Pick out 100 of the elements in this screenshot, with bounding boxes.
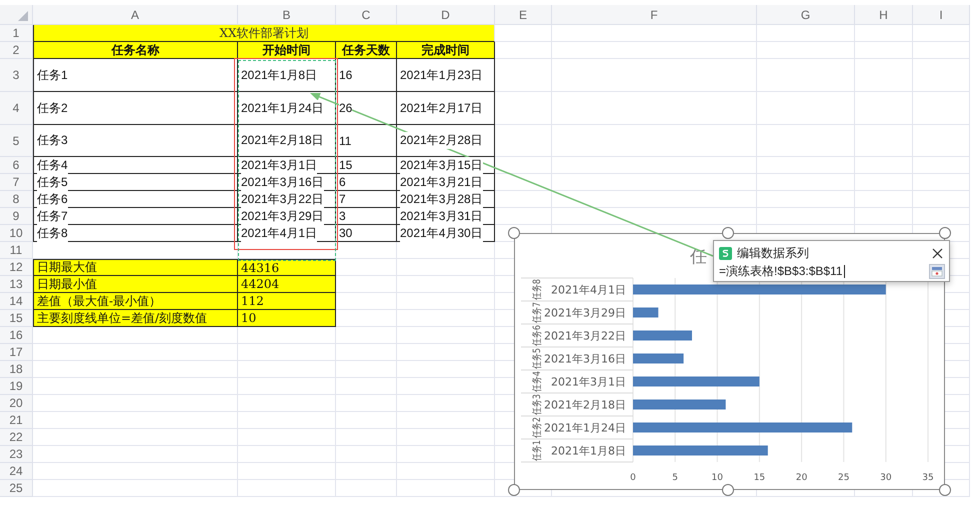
row-header[interactable]: 11 xyxy=(0,242,33,259)
empty-cell xyxy=(495,59,552,92)
row-header[interactable]: 23 xyxy=(0,446,33,463)
table-cell: 2021年2月18日 xyxy=(238,125,336,157)
table-cell: 任务5 xyxy=(33,174,238,191)
row-header[interactable]: 13 xyxy=(0,276,33,293)
row-header[interactable]: 2 xyxy=(0,42,33,59)
table-cell: 主要刻度线单位=差值/刻度数值 xyxy=(33,310,238,327)
row-header[interactable]: 21 xyxy=(0,412,33,429)
table-cell: 任务8 xyxy=(33,225,238,242)
empty-cell xyxy=(495,92,552,125)
row-header[interactable]: 24 xyxy=(0,463,33,480)
row-header[interactable]: 1 xyxy=(0,25,33,42)
row-header[interactable]: 19 xyxy=(0,378,33,395)
bar xyxy=(633,308,658,318)
row-header[interactable]: 5 xyxy=(0,125,33,157)
resize-handle[interactable] xyxy=(939,484,951,496)
resize-handle[interactable] xyxy=(508,484,520,496)
row-header[interactable]: 6 xyxy=(0,157,33,174)
bar xyxy=(633,330,692,340)
row-header[interactable]: 16 xyxy=(0,327,33,344)
table-cell: 2021年4月1日 xyxy=(238,225,336,242)
empty-cell xyxy=(913,208,970,225)
empty-cell xyxy=(336,344,397,361)
row-header[interactable]: 17 xyxy=(0,344,33,361)
table-cell: 任务天数 xyxy=(336,42,397,59)
axis-tick-label: 5 xyxy=(672,473,678,483)
table-cell: 任务3 xyxy=(33,125,238,157)
column-header[interactable]: G xyxy=(757,5,855,25)
empty-cell xyxy=(336,463,397,480)
empty-cell xyxy=(855,125,913,157)
resize-handle[interactable] xyxy=(722,484,734,496)
empty-cell xyxy=(495,125,552,157)
row-header[interactable]: 8 xyxy=(0,191,33,208)
range-input[interactable]: =演练表格!$B$3:$B$11 xyxy=(719,263,925,280)
empty-cell xyxy=(336,412,397,429)
row-header[interactable]: 22 xyxy=(0,429,33,446)
table-cell: 2021年4月30日 xyxy=(397,225,495,242)
column-header[interactable]: A xyxy=(33,5,238,25)
empty-cell xyxy=(855,157,913,174)
empty-cell xyxy=(336,378,397,395)
axis-tick-label: 0 xyxy=(630,473,636,483)
column-header[interactable]: D xyxy=(397,5,495,25)
empty-cell xyxy=(336,327,397,344)
column-header[interactable]: F xyxy=(552,5,757,25)
table-cell: 30 xyxy=(336,225,397,242)
table-cell: 44316 xyxy=(238,259,336,276)
table-cell: 6 xyxy=(336,174,397,191)
empty-cell xyxy=(336,242,397,259)
column-header[interactable]: H xyxy=(855,5,913,25)
table-cell: 3 xyxy=(336,208,397,225)
category-label: 2021年2月18日 xyxy=(544,398,626,412)
category-label: 2021年1月24日 xyxy=(544,422,626,434)
row-header[interactable]: 9 xyxy=(0,208,33,225)
resize-handle[interactable] xyxy=(722,227,734,239)
collapse-dialog-icon[interactable] xyxy=(929,264,945,279)
row-header[interactable]: 25 xyxy=(0,480,33,497)
close-icon[interactable] xyxy=(932,248,943,259)
axis-tick-label: 10 xyxy=(712,473,723,483)
row-header[interactable]: 7 xyxy=(0,174,33,191)
empty-cell xyxy=(495,191,552,208)
category-label: 2021年3月29日 xyxy=(544,306,626,320)
table-cell: 2021年1月24日 xyxy=(238,92,336,125)
column-header[interactable]: C xyxy=(336,5,397,25)
row-header[interactable]: 3 xyxy=(0,59,33,92)
row-header[interactable]: 14 xyxy=(0,293,33,310)
column-header[interactable]: B xyxy=(238,5,336,25)
column-header[interactable]: E xyxy=(495,5,552,25)
table-cell: 2021年1月23日 xyxy=(397,59,495,92)
axis-tick-label: 15 xyxy=(754,473,766,483)
table-cell: 完成时间 xyxy=(397,42,495,59)
table-cell: 26 xyxy=(336,92,397,125)
row-header[interactable]: 18 xyxy=(0,361,33,378)
table-cell: 任务6 xyxy=(33,191,238,208)
axis-tick-label: 30 xyxy=(880,473,892,483)
category-label: 2021年3月16日 xyxy=(544,352,626,366)
app-logo-icon xyxy=(719,247,732,260)
table-cell: 44204 xyxy=(238,276,336,293)
empty-cell xyxy=(336,361,397,378)
empty-cell xyxy=(495,208,552,225)
column-header[interactable]: I xyxy=(913,5,970,25)
category-label: 2021年3月22日 xyxy=(544,330,626,342)
resize-handle[interactable] xyxy=(939,227,951,239)
empty-cell xyxy=(855,42,913,59)
table-cell: 日期最小值 xyxy=(33,276,238,293)
axis-tick-label: 35 xyxy=(922,473,934,483)
resize-handle[interactable] xyxy=(508,227,520,239)
category-label: 2021年1月8日 xyxy=(551,444,626,458)
row-header[interactable]: 15 xyxy=(0,310,33,327)
empty-cell xyxy=(913,42,970,59)
table-cell: 任务7 xyxy=(33,208,238,225)
table-cell: 差值（最大值-最小值） xyxy=(33,293,238,310)
empty-cell xyxy=(855,174,913,191)
row-header[interactable]: 20 xyxy=(0,395,33,412)
table-cell: 16 xyxy=(336,59,397,92)
row-header[interactable]: 12 xyxy=(0,259,33,276)
bar xyxy=(633,354,684,364)
row-header[interactable]: 4 xyxy=(0,92,33,125)
table-cell: 任务4 xyxy=(33,157,238,174)
row-header[interactable]: 10 xyxy=(0,225,33,242)
